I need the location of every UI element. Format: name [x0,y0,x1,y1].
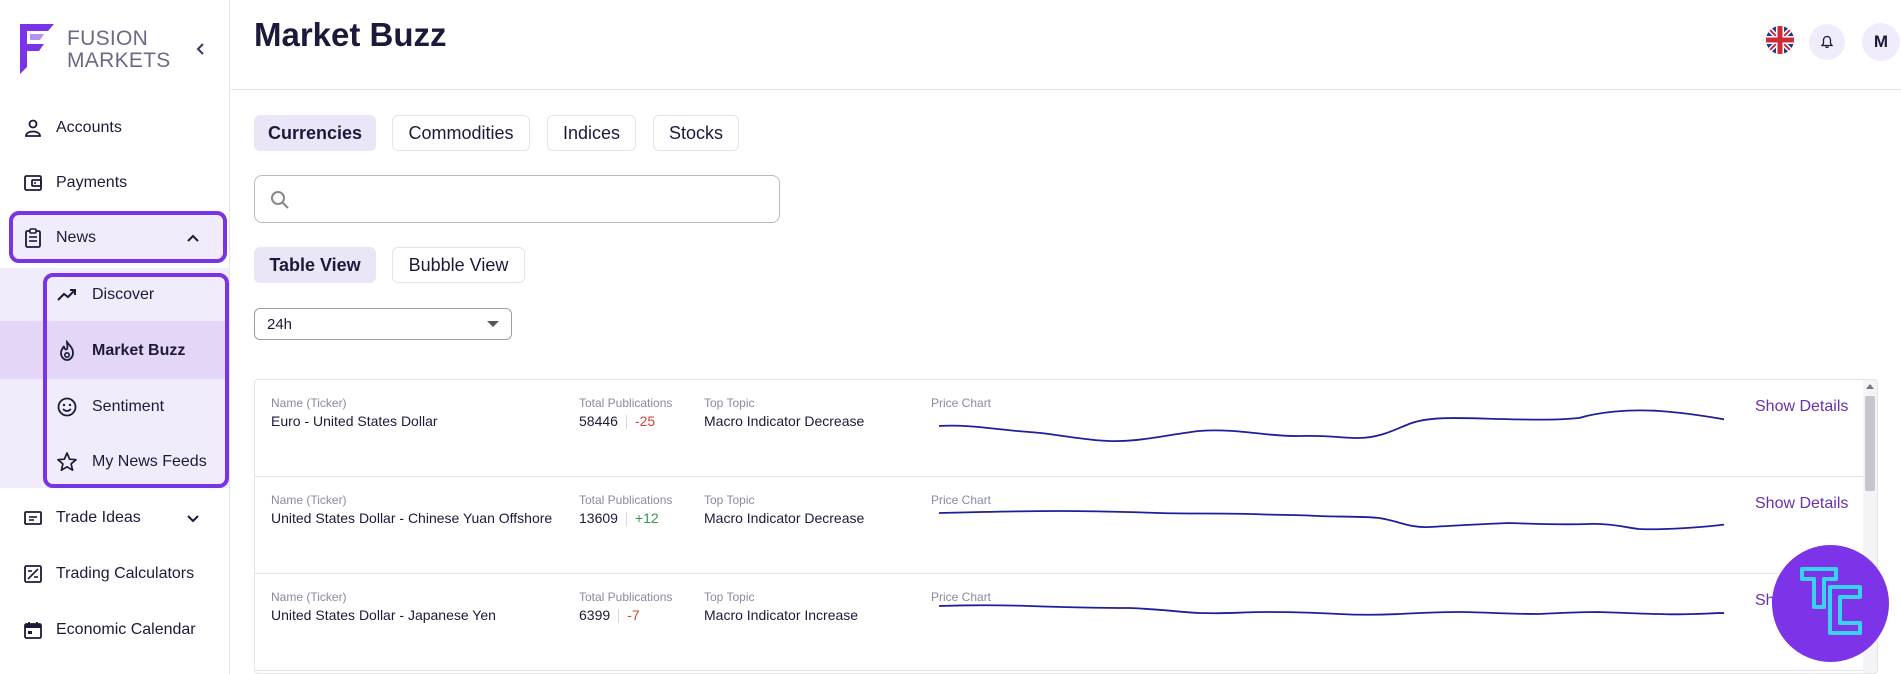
tc-logo-icon [1800,567,1862,635]
topic-caption: Top Topic [704,493,755,507]
scroll-up-arrow-icon[interactable] [1866,384,1874,389]
show-details-link[interactable]: Show Details [1755,398,1848,416]
search-box[interactable] [254,175,780,223]
price-sparkline [939,409,1724,442]
buzz-table: Name (Ticker) Euro - United States Dolla… [254,379,1878,674]
tab-commodities[interactable]: Commodities [392,115,530,151]
publications-change: +12 [634,510,659,526]
sidebar-item-label: Trade Ideas [56,509,141,526]
topic-caption: Top Topic [704,396,755,410]
publications-caption: Total Publications [579,590,673,604]
scroll-thumb[interactable] [1865,396,1875,491]
sidebar-item-news[interactable]: News [0,210,229,266]
user-icon [22,117,44,139]
publications-caption: Total Publications [579,396,673,410]
sidebar-item-label: Economic Calendar [56,621,196,638]
divider [625,512,627,527]
name-caption: Name (Ticker) [271,590,347,604]
sidebar-item-label: News [56,229,97,246]
news-submenu-highlight-box [43,273,229,488]
watermark-badge [1772,545,1889,662]
wallet-icon [22,172,44,194]
sidebar-item-trade-ideas[interactable]: Trade Ideas [0,490,229,546]
divider [618,609,620,624]
sidebar: FUSION MARKETS Accounts Payments News Di… [0,0,230,674]
search-input[interactable] [301,186,761,212]
tab-stocks[interactable]: Stocks [653,115,739,151]
collapse-sidebar-button[interactable] [190,38,212,60]
table-row: Name (Ticker) United States Dollar - Jap… [255,574,1863,671]
top-topic: Macro Indicator Decrease [704,413,865,429]
publications-count: 58446 [579,413,618,429]
chevron-up-icon [187,234,199,242]
publications-value: 6399 -7 [579,607,640,624]
table-row: Name (Ticker) United States Dollar - Chi… [255,477,1863,574]
clipboard-icon [22,227,44,249]
sidebar-item-accounts[interactable]: Accounts [0,100,229,156]
page-header: Market Buzz M [231,0,1901,90]
sidebar-item-payments[interactable]: Payments [0,155,229,211]
show-details-link[interactable]: Show Details [1755,495,1848,513]
chevron-left-icon [196,43,204,55]
user-avatar[interactable]: M [1862,23,1900,61]
period-select[interactable]: 24h [254,308,512,340]
top-topic: Macro Indicator Decrease [704,510,865,526]
caret-down-icon [487,321,499,327]
name-caption: Name (Ticker) [271,493,347,507]
instrument-name: United States Dollar - Chinese Yuan Offs… [271,510,553,526]
instrument-name: Euro - United States Dollar [271,413,438,429]
calendar-icon [22,619,44,641]
notifications-button[interactable] [1809,24,1845,60]
lightbulb-icon [22,507,44,529]
tab-table-view[interactable]: Table View [254,247,376,283]
price-sparkline [939,604,1724,616]
bell-icon [1820,35,1834,49]
top-topic: Macro Indicator Increase [704,607,859,623]
search-icon [271,191,289,209]
sidebar-item-trading-calculators[interactable]: Trading Calculators [0,546,229,602]
topic-caption: Top Topic [704,590,755,604]
publications-value: 58446 -25 [579,413,656,430]
brand-line-1: FUSION [67,27,149,50]
publications-count: 6399 [579,607,611,623]
instrument-name: United States Dollar - Japanese Yen [271,607,496,623]
brand-wordmark: FUSION MARKETS [67,28,171,72]
brand-logo[interactable]: FUSION MARKETS [18,22,178,78]
publications-change: -7 [627,607,640,623]
publications-count: 13609 [579,510,618,526]
tab-indices[interactable]: Indices [547,115,636,151]
sidebar-item-label: Accounts [56,119,122,136]
sidebar-item-economic-calendar[interactable]: Economic Calendar [0,602,229,658]
tab-bubble-view[interactable]: Bubble View [392,247,525,283]
publications-change: -25 [634,413,656,429]
price-sparkline [939,510,1724,531]
sidebar-item-label: Payments [56,174,128,191]
chevron-down-icon [187,515,199,523]
name-caption: Name (Ticker) [271,396,347,410]
calculator-icon [22,563,44,585]
fusion-logo-icon [20,24,54,74]
page-title: Market Buzz [254,16,447,53]
sidebar-item-label: Trading Calculators [56,565,195,582]
publications-caption: Total Publications [579,493,673,507]
publications-value: 13609 +12 [579,510,659,527]
brand-line-2: MARKETS [67,49,171,72]
language-selector[interactable] [1766,26,1794,54]
table-row: Name (Ticker) Euro - United States Dolla… [255,380,1863,477]
period-select-value: 24h [267,315,293,333]
divider [625,415,627,430]
tab-currencies[interactable]: Currencies [254,115,376,151]
uk-flag-icon [1766,26,1794,54]
